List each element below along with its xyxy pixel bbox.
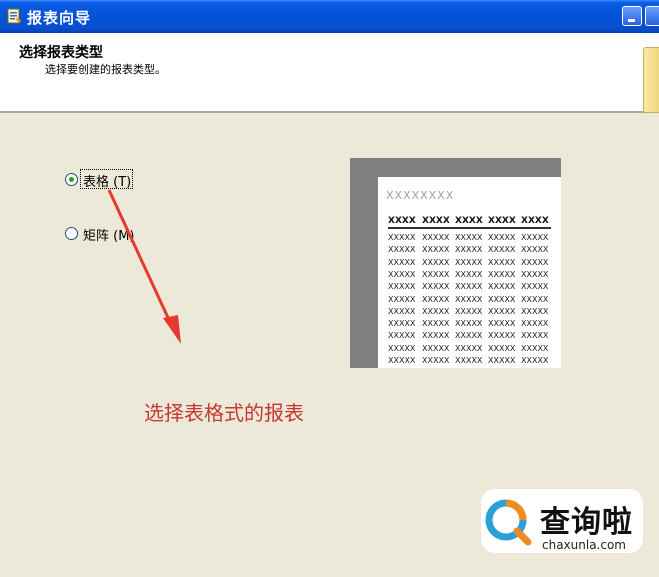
watermark-name: 查询啦 bbox=[540, 505, 633, 540]
annotation-text: 选择表格式的报表 bbox=[144, 401, 304, 425]
search-logo-icon bbox=[485, 499, 532, 546]
watermark-url: chaxunla.com bbox=[542, 538, 626, 552]
